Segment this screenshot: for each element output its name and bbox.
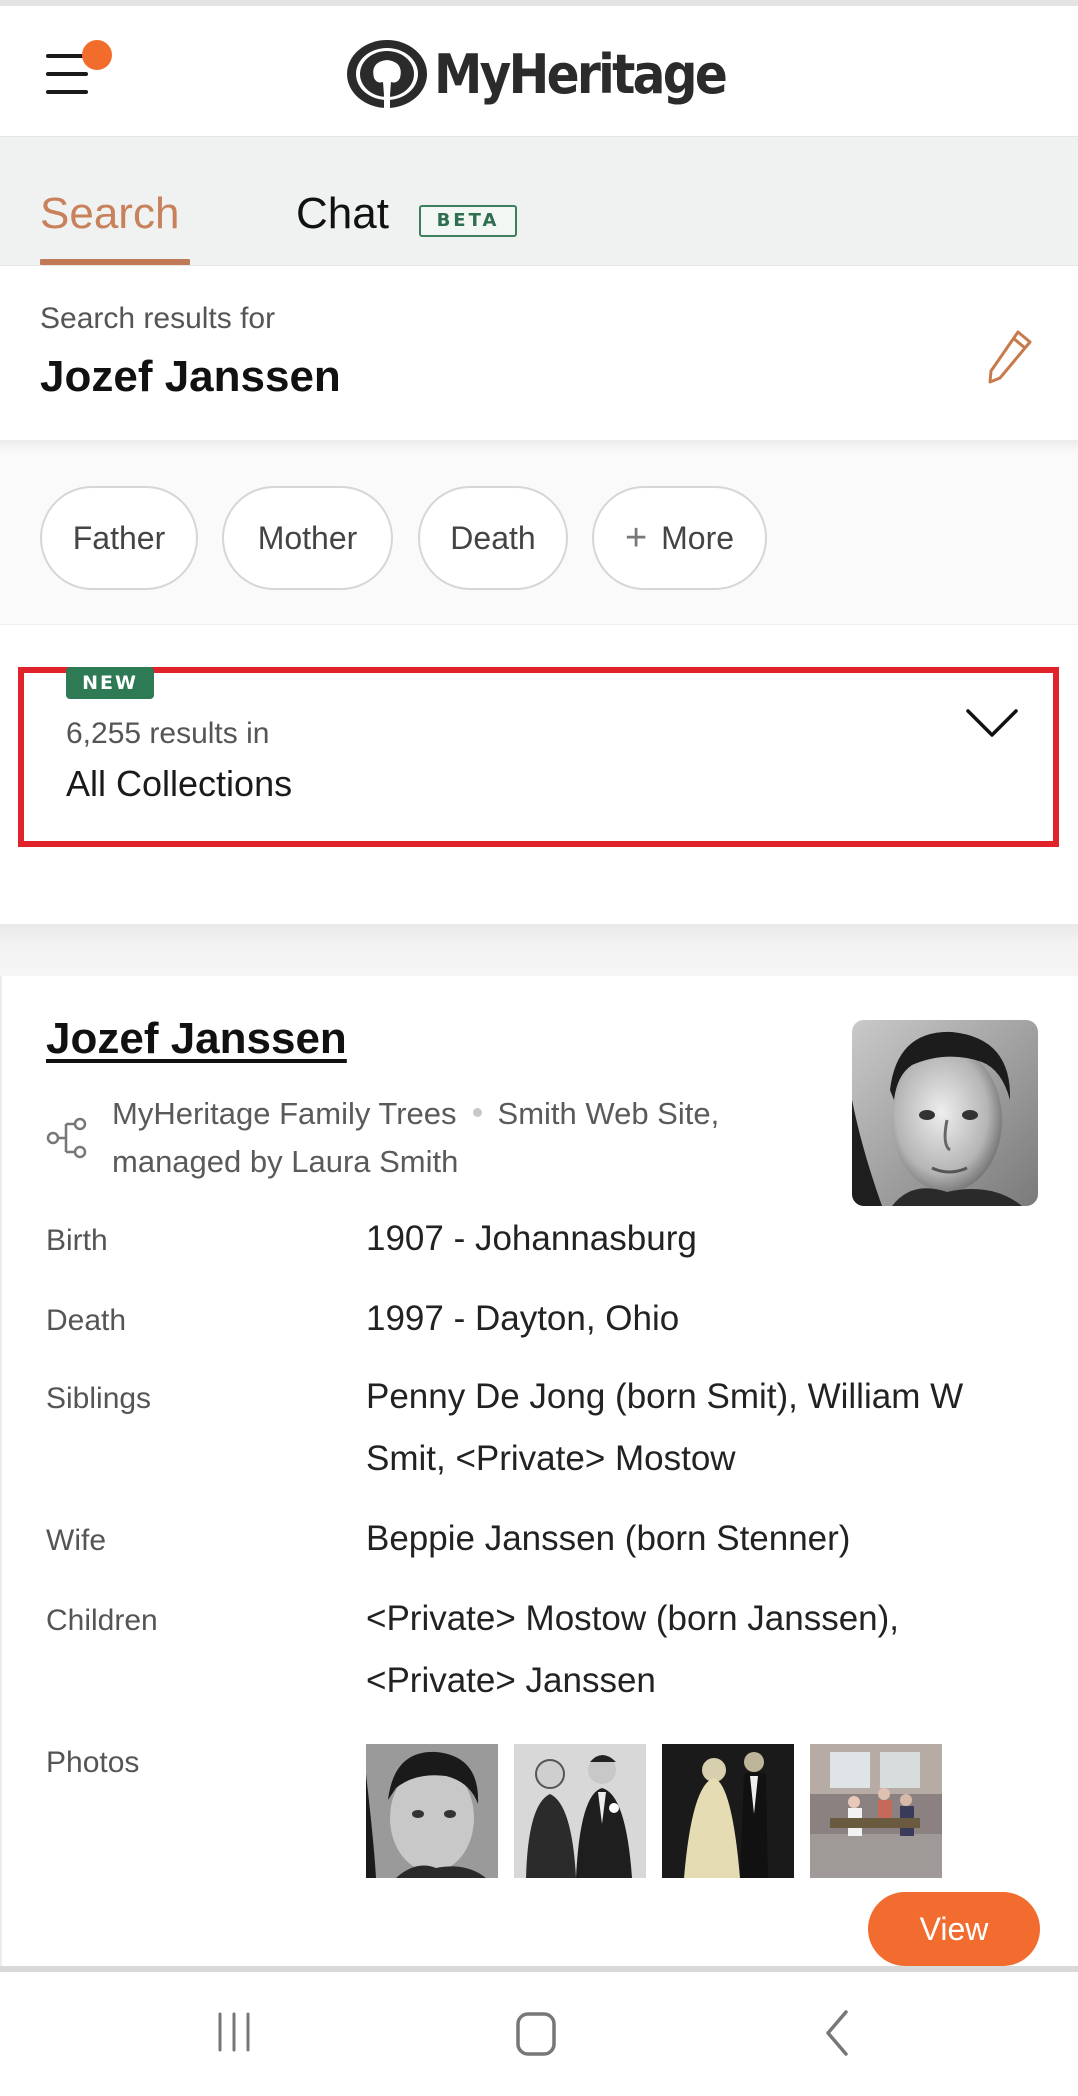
myheritage-logo[interactable]: MyHeritage (344, 34, 757, 114)
chip-label: More (661, 519, 735, 556)
menu-button[interactable] (40, 40, 120, 110)
photo-thumbnail[interactable] (810, 1744, 942, 1878)
photo-thumbnail[interactable] (514, 1744, 646, 1878)
pencil-icon (988, 330, 1032, 384)
couple-photo-image (514, 1744, 646, 1878)
chip-label: Father (72, 519, 166, 556)
source-collection[interactable]: MyHeritage Family Trees (112, 1096, 457, 1131)
recent-apps-icon[interactable] (212, 2010, 256, 2054)
fact-value-wife: Beppie Janssen (born Stenner) (366, 1519, 851, 1558)
result-card: Jozef Janssen MyHeritage Family Trees Smi… (0, 976, 1078, 1966)
fact-label-photos: Photos (46, 1746, 140, 1779)
app-header: MyHeritage (0, 6, 1078, 136)
section-divider (0, 924, 1078, 976)
chip-label: Death (450, 519, 536, 556)
beta-badge: BETA (419, 205, 517, 237)
edit-search-button[interactable] (980, 324, 1040, 388)
tab-chat[interactable]: Chat (296, 189, 389, 239)
fact-label-wife: Wife (46, 1524, 106, 1557)
chip-label: Mother (257, 519, 358, 556)
section-divider (0, 440, 1078, 456)
collections-selector[interactable]: NEW 6,255 results in All Collections (18, 667, 1059, 847)
fact-label-siblings: Siblings (46, 1382, 152, 1415)
notification-dot (82, 40, 112, 70)
collection-name: All Collections (66, 763, 293, 804)
portrait-image (852, 1020, 1038, 1206)
logo-tree-icon (347, 40, 427, 110)
plus-icon: + (624, 517, 648, 559)
fact-value-children: <Private> Mostow (born Janssen), <Privat… (366, 1599, 900, 1700)
chevron-down-icon[interactable] (962, 703, 1022, 743)
wedding-photo-image (662, 1744, 794, 1878)
hamburger-bar (46, 72, 88, 76)
collections-section: NEW 6,255 results in All Collections (0, 624, 1078, 924)
profile-photo[interactable] (852, 1020, 1038, 1206)
system-nav-bar (0, 1966, 1078, 2096)
fact-value-birth: 1907 - Johannasburg (366, 1219, 697, 1258)
results-count: 6,255 results in (66, 717, 270, 750)
new-badge: NEW (66, 667, 154, 699)
search-summary: Search results for Jozef Janssen (0, 266, 1078, 440)
fact-label-children: Children (46, 1604, 158, 1637)
chip-more[interactable]: + More (592, 486, 767, 590)
fact-label-birth: Birth (46, 1224, 108, 1257)
portrait-image (366, 1744, 498, 1878)
fact-value-death: 1997 - Dayton, Ohio (366, 1299, 680, 1338)
separator-dot (472, 1108, 482, 1118)
active-tab-indicator (40, 259, 190, 265)
filter-chips: Father Mother Death + More (0, 456, 1078, 624)
chip-mother[interactable]: Mother (222, 486, 393, 590)
family-group-photo-image (810, 1744, 942, 1878)
hamburger-bar (46, 90, 88, 94)
result-source: MyHeritage Family Trees Smith Web Site, m… (112, 1090, 832, 1186)
fact-label-death: Death (46, 1304, 127, 1337)
search-query-name: Jozef Janssen (40, 352, 341, 401)
tab-search[interactable]: Search (40, 189, 179, 239)
home-icon[interactable] (514, 2008, 558, 2058)
result-name-link[interactable]: Jozef Janssen (46, 1014, 347, 1064)
chip-death[interactable]: Death (418, 486, 568, 590)
photo-thumbnail[interactable] (662, 1744, 794, 1878)
fact-value-siblings: Penny De Jong (born Smit), William W Smi… (366, 1377, 964, 1478)
family-tree-icon (46, 1117, 87, 1159)
logo-text: MyHeritage (434, 42, 728, 106)
search-summary-label: Search results for (40, 302, 276, 335)
back-icon[interactable] (820, 2008, 854, 2058)
photo-thumbnail[interactable] (366, 1744, 498, 1878)
chip-father[interactable]: Father (40, 486, 198, 590)
tab-bar: Search Chat BETA (0, 136, 1078, 266)
view-button[interactable]: View (868, 1892, 1040, 1966)
